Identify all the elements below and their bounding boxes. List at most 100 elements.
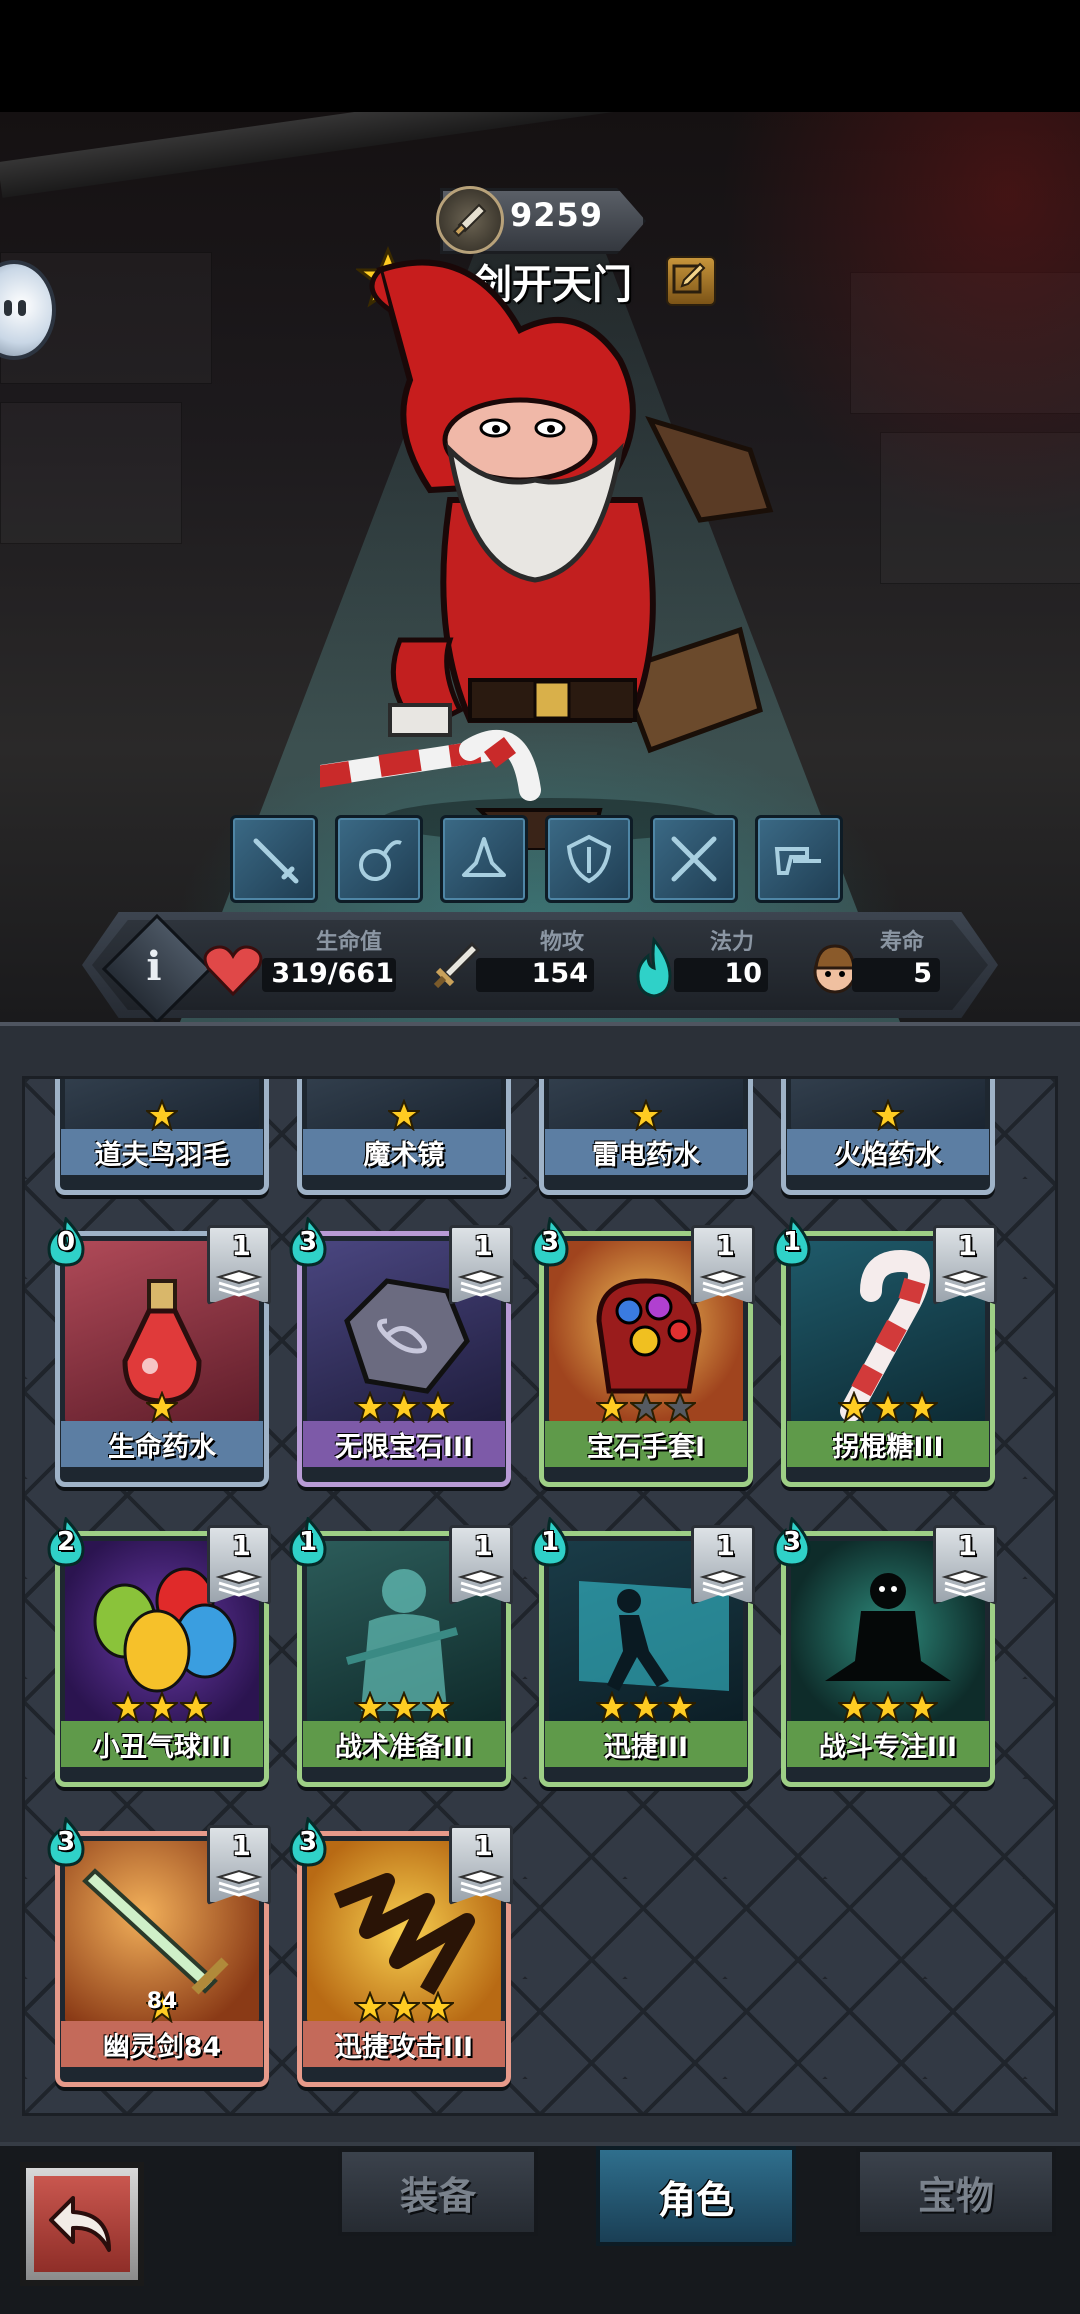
star-icon (386, 1990, 422, 2025)
card-level: 1 (473, 1829, 493, 1862)
wall-brick (0, 402, 182, 544)
tab-character[interactable]: 角色 (596, 2146, 796, 2246)
card-name: 魔术镜 (303, 1129, 505, 1175)
star-icon (420, 1390, 456, 1425)
skill-slot-pistols[interactable] (755, 815, 843, 903)
status-bar (0, 0, 1080, 112)
tab-equipment[interactable]: 装备 (338, 2148, 538, 2236)
stack-layers-icon (941, 1269, 989, 1301)
star-icon (904, 1390, 940, 1425)
mana-label: 法力 (710, 930, 755, 955)
star-icon (110, 1690, 146, 1725)
card-stars (55, 1098, 269, 1133)
star-icon (836, 1690, 872, 1725)
stack-layers-icon (699, 1569, 747, 1601)
mana-flame-icon (636, 936, 672, 998)
mana-cost: 0 (56, 1227, 76, 1257)
ceiling-pipe (0, 112, 716, 198)
card[interactable]: 魔术镜 (297, 1079, 511, 1195)
card[interactable]: 迅捷攻击III 3 1 (289, 1815, 513, 2087)
back-button[interactable] (20, 2162, 144, 2286)
star-icon (628, 1098, 664, 1133)
mana-cost: 3 (298, 1227, 318, 1257)
card-level: 1 (715, 1529, 735, 1562)
card[interactable]: 无限宝石III 3 1 (289, 1215, 513, 1487)
star-icon (386, 1390, 422, 1425)
card[interactable]: 战斗专注III 3 1 (773, 1515, 997, 1787)
card[interactable]: 拐棍糖III 1 1 (773, 1215, 997, 1487)
card-level: 1 (473, 1229, 493, 1262)
sword-icon (433, 941, 481, 989)
skill-slots (230, 815, 850, 907)
card-stars (539, 1390, 753, 1425)
card-name: 小丑气球III (61, 1721, 263, 1767)
skill-slot-crossed-swords[interactable] (650, 815, 738, 903)
skill-slot-shield[interactable] (545, 815, 633, 903)
combat-power-icon (436, 186, 504, 254)
card[interactable]: 战术准备III 1 1 (289, 1515, 513, 1787)
card-name: 雷电药水 (545, 1129, 747, 1175)
stack-layers-icon (457, 1569, 505, 1601)
star-icon (352, 1990, 388, 2025)
card-name: 战斗专注III (787, 1721, 989, 1767)
card-grid[interactable]: 道夫鸟羽毛 魔术镜 雷电药水 火焰药水 生命药水 0 1 无限宝石III 3 1 宝石手套I 3 1 拐棍… (22, 1076, 1058, 2116)
stack-layers-icon (941, 1569, 989, 1601)
mana-cost: 3 (56, 1827, 76, 1857)
life-value: 5 (913, 958, 932, 989)
mana-cost: 1 (540, 1527, 560, 1557)
star-icon (144, 1390, 180, 1425)
hero-character (320, 259, 774, 850)
card-stars (297, 1390, 511, 1425)
mana-cost: 1 (298, 1527, 318, 1557)
stack-layers-icon (215, 1869, 263, 1901)
card-stars (781, 1390, 995, 1425)
star-icon (144, 1690, 180, 1725)
bubble-eye-icon (18, 300, 26, 316)
card[interactable]: 幽灵剑84 84 3 1 (47, 1815, 271, 2087)
star-icon (594, 1690, 630, 1725)
mana-value: 10 (724, 958, 762, 989)
mana-cost: 3 (298, 1827, 318, 1857)
combat-power-value: 9259 (510, 196, 604, 234)
card-stars (55, 1390, 269, 1425)
mana-cost: 3 (782, 1527, 802, 1557)
star-icon (904, 1690, 940, 1725)
skill-slot-bomb[interactable] (335, 815, 423, 903)
card[interactable]: 火焰药水 (781, 1079, 995, 1195)
star-icon (144, 1098, 180, 1133)
card-name: 宝石手套I (545, 1421, 747, 1467)
card[interactable]: 小丑气球III 2 1 (47, 1515, 271, 1787)
stack-layers-icon (215, 1569, 263, 1601)
card-name: 拐棍糖III (787, 1421, 989, 1467)
tab-treasure[interactable]: 宝物 (856, 2148, 1056, 2236)
mana-cost: 2 (56, 1527, 76, 1557)
card-level: 1 (957, 1529, 977, 1562)
card-level: 1 (231, 1829, 251, 1862)
card-stars (539, 1098, 753, 1133)
card-name: 无限宝石III (303, 1421, 505, 1467)
card-level: 1 (473, 1529, 493, 1562)
skill-slot-sword[interactable] (230, 815, 318, 903)
atk-label: 物攻 (540, 930, 585, 955)
card-level: 1 (231, 1229, 251, 1262)
star-icon (420, 1690, 456, 1725)
atk-value: 154 (531, 958, 588, 989)
skill-slot-hat[interactable] (440, 815, 528, 903)
card[interactable]: 生命药水 0 1 (47, 1215, 271, 1487)
star-icon (870, 1098, 906, 1133)
back-arrow-icon (49, 2196, 111, 2252)
card[interactable]: 道夫鸟羽毛 (55, 1079, 269, 1195)
stack-layers-icon (699, 1269, 747, 1301)
card[interactable]: 宝石手套I 3 1 (531, 1215, 755, 1487)
life-label: 寿命 (880, 930, 925, 955)
card-name: 火焰药水 (787, 1129, 989, 1175)
card-name: 迅捷III (545, 1721, 747, 1767)
card-stars (297, 1098, 511, 1133)
star-icon (420, 1990, 456, 2025)
card[interactable]: 迅捷III 1 1 (531, 1515, 755, 1787)
star-icon (352, 1390, 388, 1425)
hp-label: 生命值 (316, 930, 383, 955)
mana-cost: 1 (782, 1227, 802, 1257)
card-name: 道夫鸟羽毛 (61, 1129, 263, 1175)
card[interactable]: 雷电药水 (539, 1079, 753, 1195)
